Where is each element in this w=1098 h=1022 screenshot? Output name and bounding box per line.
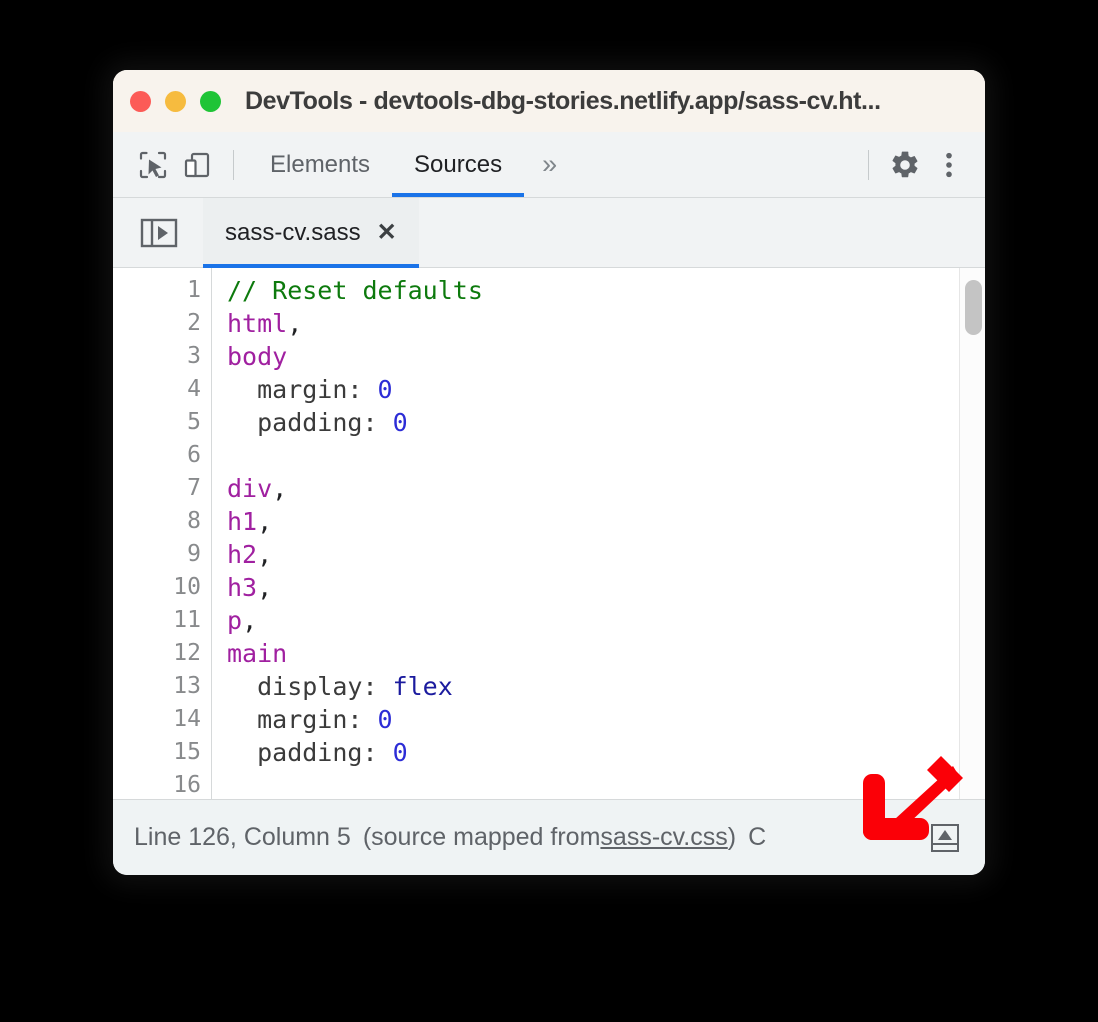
line-number-gutter: 1 2 3 4 5 6 7 8 9 10 11 12 13 14 15 16 bbox=[113, 268, 212, 799]
source-map-prefix: (source mapped from bbox=[362, 823, 601, 851]
code-token: flex bbox=[392, 672, 453, 701]
code-token: html bbox=[227, 309, 288, 338]
source-code-editor[interactable]: 1 2 3 4 5 6 7 8 9 10 11 12 13 14 15 16 // Reset default… bbox=[113, 268, 985, 799]
code-line: // Reset defaults bbox=[227, 274, 985, 307]
code-token: body bbox=[227, 342, 288, 371]
line-number: 10 bbox=[173, 574, 201, 600]
code-token: p bbox=[227, 606, 243, 635]
line-number: 13 bbox=[173, 673, 201, 699]
code-token: 0 bbox=[377, 705, 393, 734]
code-line: h3, bbox=[227, 571, 985, 604]
devtools-toolbar: Elements Sources » bbox=[113, 132, 985, 198]
window-titlebar: DevTools - devtools-dbg-stories.netlify.… bbox=[113, 70, 985, 132]
code-line: h1, bbox=[227, 505, 985, 538]
minimize-window-button[interactable] bbox=[165, 90, 186, 112]
maximize-window-button[interactable] bbox=[200, 90, 221, 112]
line-number: 14 bbox=[173, 706, 201, 732]
tab-sources-label: Sources bbox=[414, 150, 503, 178]
line-number: 9 bbox=[187, 541, 201, 567]
line-number: 3 bbox=[187, 343, 201, 369]
line-number: 2 bbox=[187, 310, 201, 336]
file-tab-label: sass-cv.sass bbox=[225, 218, 361, 246]
gear-icon[interactable] bbox=[883, 143, 927, 187]
code-token: , bbox=[272, 474, 288, 503]
code-content[interactable]: // Reset defaults html, body margin: 0 pad… bbox=[212, 268, 985, 799]
code-line: display: flex bbox=[227, 670, 985, 703]
code-token: , bbox=[242, 606, 258, 635]
code-line: padding: 0 bbox=[227, 736, 985, 769]
line-number: 15 bbox=[173, 739, 201, 765]
code-token: h3 bbox=[227, 573, 258, 602]
traffic-lights bbox=[130, 90, 221, 112]
code-token: 0 bbox=[392, 738, 408, 767]
code-line: margin: 0 bbox=[227, 703, 985, 736]
tab-elements-label: Elements bbox=[270, 150, 371, 178]
line-number: 5 bbox=[187, 409, 201, 435]
toolbar-divider bbox=[233, 149, 234, 180]
line-number: 1 bbox=[187, 277, 201, 303]
panel-tabs: Elements Sources » bbox=[248, 132, 575, 197]
code-line: body bbox=[227, 340, 985, 373]
code-line: h2, bbox=[227, 538, 985, 571]
line-number: 12 bbox=[173, 640, 201, 666]
line-number: 4 bbox=[187, 376, 201, 402]
code-line: p, bbox=[227, 604, 985, 637]
line-number: 6 bbox=[187, 442, 201, 468]
code-token: padding: bbox=[227, 738, 393, 767]
cursor-position-text: Line 126, Column 5 bbox=[134, 823, 351, 851]
show-navigator-icon[interactable] bbox=[137, 211, 181, 255]
toolbar-right-group bbox=[854, 143, 985, 187]
line-number: 16 bbox=[173, 772, 201, 798]
code-line: margin: 0 bbox=[227, 373, 985, 406]
code-token: , bbox=[257, 540, 273, 569]
code-token: padding: bbox=[227, 408, 393, 437]
close-window-button[interactable] bbox=[130, 90, 151, 112]
window-title: DevTools - devtools-dbg-stories.netlify.… bbox=[245, 86, 881, 115]
more-tabs-label: » bbox=[542, 149, 558, 179]
code-token: 0 bbox=[392, 408, 408, 437]
sources-file-tabstrip: sass-cv.sass ✕ bbox=[113, 198, 985, 268]
scrollbar-thumb[interactable] bbox=[965, 280, 982, 335]
code-line: main bbox=[227, 637, 985, 670]
file-tab-sass-cv-sass[interactable]: sass-cv.sass ✕ bbox=[203, 198, 419, 268]
code-line: padding: 0 bbox=[227, 406, 985, 439]
code-token: h1 bbox=[227, 507, 258, 536]
code-token: margin: bbox=[227, 375, 378, 404]
editor-status-bar: Line 126, Column 5 (source mapped from s… bbox=[113, 799, 985, 875]
pretty-print-icon[interactable] bbox=[927, 820, 963, 856]
line-number: 11 bbox=[173, 607, 201, 633]
code-token: main bbox=[227, 639, 288, 668]
code-token: , bbox=[257, 507, 273, 536]
kebab-menu-icon[interactable] bbox=[927, 143, 971, 187]
code-token: div bbox=[227, 474, 273, 503]
code-line: div, bbox=[227, 472, 985, 505]
inspect-element-icon[interactable] bbox=[131, 143, 175, 187]
toolbar-divider-right bbox=[868, 149, 869, 180]
screenshot-root: DevTools - devtools-dbg-stories.netlify.… bbox=[0, 0, 1098, 1022]
code-token: 0 bbox=[377, 375, 393, 404]
device-toolbar-icon[interactable] bbox=[175, 143, 219, 187]
code-token: // Reset defaults bbox=[227, 276, 483, 305]
code-token: display: bbox=[227, 672, 393, 701]
tab-elements[interactable]: Elements bbox=[248, 132, 392, 197]
status-trailing-text: C bbox=[748, 823, 767, 851]
code-token: , bbox=[257, 573, 273, 602]
close-icon[interactable]: ✕ bbox=[377, 220, 397, 245]
line-number: 8 bbox=[187, 508, 201, 534]
source-map-suffix: ) bbox=[727, 823, 737, 851]
vertical-scrollbar[interactable] bbox=[959, 268, 985, 799]
source-map-link[interactable]: sass-cv.css bbox=[600, 823, 727, 852]
code-line: html, bbox=[227, 307, 985, 340]
code-token: , bbox=[287, 309, 303, 338]
more-tabs-chevron-icon[interactable]: » bbox=[524, 151, 575, 178]
code-token: h2 bbox=[227, 540, 258, 569]
code-token: margin: bbox=[227, 705, 378, 734]
devtools-window: DevTools - devtools-dbg-stories.netlify.… bbox=[113, 70, 985, 875]
line-number: 7 bbox=[187, 475, 201, 501]
tab-sources[interactable]: Sources bbox=[392, 132, 525, 197]
